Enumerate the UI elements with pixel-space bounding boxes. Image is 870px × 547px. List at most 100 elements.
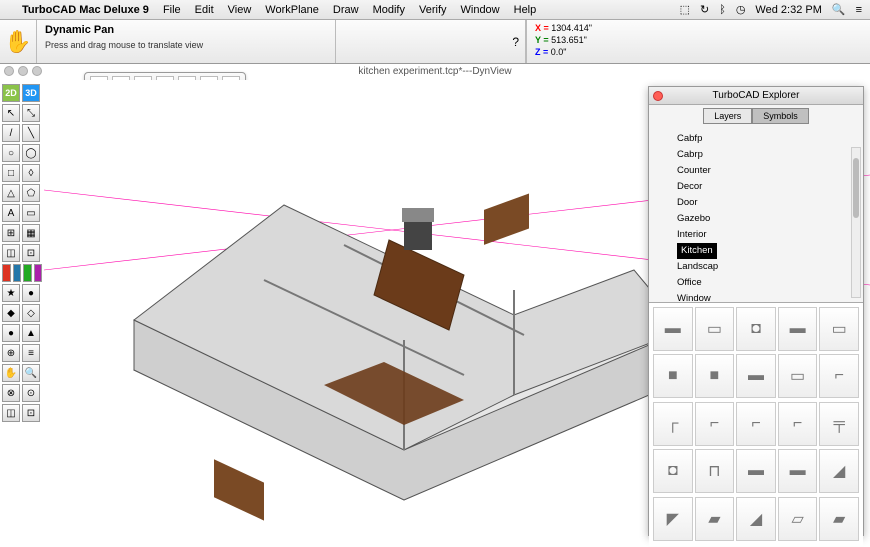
app-name[interactable]: TurboCAD Mac Deluxe 9 [22, 4, 149, 16]
tool-button[interactable]: ✋ [2, 364, 20, 382]
tool-button[interactable]: ⊕ [2, 344, 20, 362]
tool-button[interactable]: ⊞ [2, 224, 20, 242]
tool-button[interactable]: △ [2, 184, 20, 202]
symbol-category[interactable]: Kitchen [677, 243, 717, 259]
tool-button[interactable]: ⊡ [22, 244, 40, 262]
menu-draw[interactable]: Draw [333, 4, 359, 16]
window-close-icon[interactable] [4, 66, 14, 76]
symbol-thumbnail[interactable]: ◢ [736, 497, 776, 541]
tool-button[interactable]: A [2, 204, 20, 222]
symbol-thumbnail[interactable]: ▭ [695, 307, 735, 351]
tool-button[interactable]: ⤡ [22, 104, 40, 122]
symbol-thumbnail[interactable]: ■ [653, 354, 693, 398]
symbol-thumbnail[interactable]: ▰ [695, 497, 735, 541]
symbol-thumbnail[interactable]: ⌐ [819, 354, 859, 398]
symbol-category[interactable]: Window [659, 291, 853, 302]
symbol-thumbnail[interactable]: ■ [695, 354, 735, 398]
clock[interactable]: Wed 2:32 PM [755, 4, 821, 16]
tool-button[interactable]: ▭ [22, 204, 40, 222]
bluetooth-icon[interactable]: ᛒ [719, 4, 726, 16]
menu-help[interactable]: Help [514, 4, 537, 16]
window-minimize-icon[interactable] [18, 66, 28, 76]
symbol-thumbnail[interactable]: ▱ [778, 497, 818, 541]
tool-button[interactable]: 🔍 [22, 364, 40, 382]
tool-button[interactable]: ▲ [22, 324, 40, 342]
mode-2d-button[interactable]: 2D [2, 84, 20, 102]
tool-button[interactable]: ◆ [2, 304, 20, 322]
menu-file[interactable]: File [163, 4, 181, 16]
symbol-thumbnail[interactable]: ╤ [819, 402, 859, 446]
symbol-category[interactable]: Office [659, 275, 853, 291]
active-tool-icon[interactable]: ✋ [0, 20, 36, 63]
color-swatch[interactable] [13, 264, 22, 282]
tree-scrollbar[interactable] [851, 147, 861, 298]
symbol-thumbnail[interactable]: ▰ [819, 497, 859, 541]
wifi-icon[interactable]: ◷ [736, 3, 746, 16]
symbol-category[interactable]: Cabfp [659, 131, 853, 147]
symbol-thumbnail[interactable]: ⌐ [695, 402, 735, 446]
tool-button[interactable]: ◫ [2, 244, 20, 262]
tool-button[interactable]: ◊ [22, 164, 40, 182]
tool-button[interactable]: ◇ [22, 304, 40, 322]
color-swatch[interactable] [2, 264, 11, 282]
symbol-thumbnail[interactable]: ◘ [736, 307, 776, 351]
tool-button[interactable]: ↖ [2, 104, 20, 122]
tool-button[interactable]: ◯ [22, 144, 40, 162]
tab-layers[interactable]: Layers [703, 108, 752, 124]
tool-button[interactable]: ● [22, 284, 40, 302]
notifications-icon[interactable]: ≡ [856, 4, 862, 16]
tool-button[interactable]: ⊡ [22, 404, 40, 422]
explorer-close-icon[interactable] [653, 91, 663, 101]
tool-button[interactable]: ⊙ [22, 384, 40, 402]
symbol-thumbnail[interactable]: ▬ [778, 449, 818, 493]
menu-modify[interactable]: Modify [373, 4, 405, 16]
symbol-thumbnail[interactable]: ▬ [736, 354, 776, 398]
menu-view[interactable]: View [228, 4, 252, 16]
symbol-thumbnail[interactable]: ◘ [653, 449, 693, 493]
menu-window[interactable]: Window [461, 4, 500, 16]
tool-button[interactable]: ○ [2, 144, 20, 162]
color-swatch[interactable] [34, 264, 43, 282]
symbol-thumbnail[interactable]: ◤ [653, 497, 693, 541]
symbol-category[interactable]: Cabrp [659, 147, 853, 163]
tool-button[interactable]: ≡ [22, 344, 40, 362]
symbol-thumbnail[interactable]: ⌐ [778, 402, 818, 446]
menu-verify[interactable]: Verify [419, 4, 447, 16]
symbol-thumbnail[interactable]: ◢ [819, 449, 859, 493]
symbol-category[interactable]: Counter [659, 163, 853, 179]
symbol-thumbnail[interactable]: ▬ [736, 449, 776, 493]
symbol-thumbnail[interactable]: ⊓ [695, 449, 735, 493]
tool-button[interactable]: □ [2, 164, 20, 182]
symbol-category[interactable]: Door [659, 195, 853, 211]
color-swatch[interactable] [23, 264, 32, 282]
tool-button[interactable]: ◫ [2, 404, 20, 422]
symbol-thumbnail[interactable]: ▬ [653, 307, 693, 351]
symbol-thumbnail[interactable]: ▬ [778, 307, 818, 351]
tool-button[interactable]: / [2, 124, 20, 142]
symbol-thumbnail[interactable]: ┌ [653, 402, 693, 446]
menu-workplane[interactable]: WorkPlane [265, 4, 319, 16]
symbol-thumbnail[interactable]: ▭ [819, 307, 859, 351]
tool-button[interactable]: ⊗ [2, 384, 20, 402]
symbol-category[interactable]: Interior [659, 227, 853, 243]
explorer-titlebar[interactable]: TurboCAD Explorer [649, 87, 863, 105]
symbol-category[interactable]: Landscap [659, 259, 853, 275]
menu-edit[interactable]: Edit [195, 4, 214, 16]
mode-3d-button[interactable]: 3D [22, 84, 40, 102]
sync-icon[interactable]: ↻ [700, 3, 709, 16]
tab-symbols[interactable]: Symbols [752, 108, 809, 124]
symbol-category[interactable]: Decor [659, 179, 853, 195]
dropbox-icon[interactable]: ⬚ [680, 3, 690, 16]
symbol-thumbnail[interactable]: ⌐ [736, 402, 776, 446]
spotlight-icon[interactable]: 🔍 [832, 3, 846, 16]
tool-button[interactable]: ╲ [22, 124, 40, 142]
symbol-thumbnail[interactable]: ▭ [778, 354, 818, 398]
prompt-toggle[interactable]: ? [336, 20, 526, 63]
window-zoom-icon[interactable] [32, 66, 42, 76]
symbol-tree: CabfpCabrpCounterDecorDoorGazeboInterior… [649, 127, 863, 302]
tool-button[interactable]: ⬠ [22, 184, 40, 202]
tool-button[interactable]: ▦ [22, 224, 40, 242]
tool-button[interactable]: ● [2, 324, 20, 342]
symbol-category[interactable]: Gazebo [659, 211, 853, 227]
tool-button[interactable]: ★ [2, 284, 20, 302]
